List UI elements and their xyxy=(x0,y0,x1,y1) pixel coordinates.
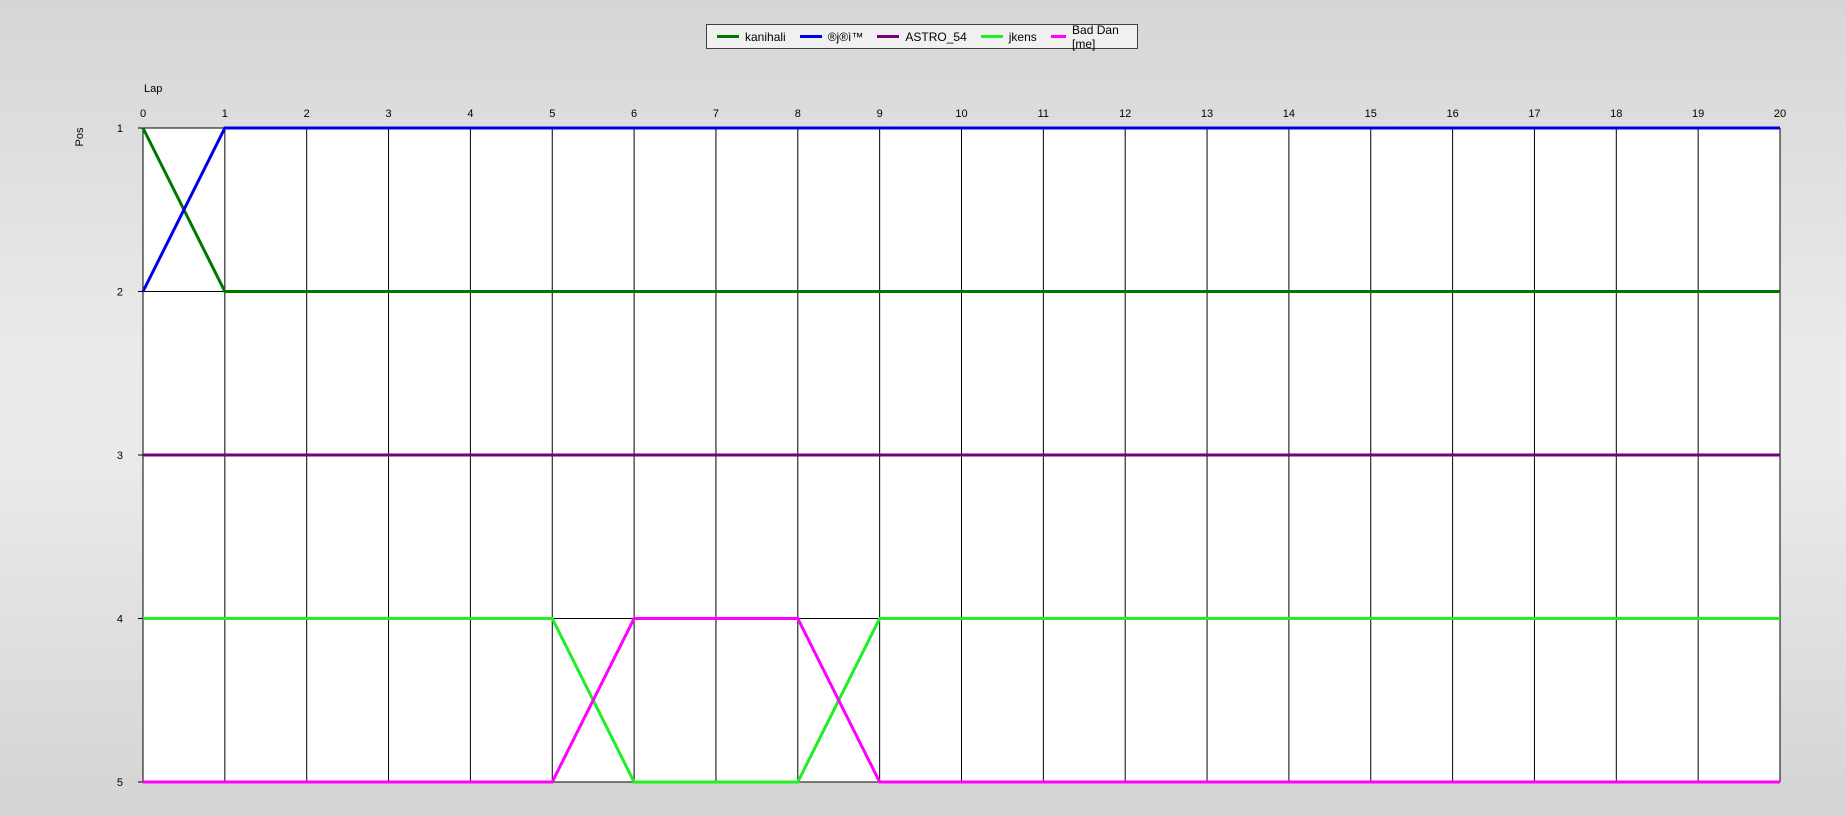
x-tick-label: 7 xyxy=(713,108,719,120)
x-tick-label: 9 xyxy=(877,108,883,120)
x-tick-label: 18 xyxy=(1610,108,1622,120)
x-tick-label: 8 xyxy=(795,108,801,120)
y-tick-label: 3 xyxy=(117,450,123,462)
x-tick-label: 16 xyxy=(1446,108,1458,120)
x-tick-label: 14 xyxy=(1283,108,1295,120)
x-tick-label: 2 xyxy=(304,108,310,120)
position-chart: 0 1 2 3 4 5 6 7 8 9 10 11 12 13 14 15 16 17 18 19 2012345 La… xyxy=(74,83,1786,789)
x-tick-label: 19 xyxy=(1692,108,1704,120)
y-tick-label: 1 xyxy=(117,123,123,135)
x-tick-label: 11 xyxy=(1038,108,1049,120)
x-tick-label: 17 xyxy=(1528,108,1540,120)
x-tick-label: 13 xyxy=(1201,108,1213,120)
x-tick-label: 20 xyxy=(1774,108,1786,120)
y-axis-label: Pos xyxy=(74,127,86,146)
x-tick-label: 5 xyxy=(549,108,555,120)
x-tick-label: 15 xyxy=(1365,108,1377,120)
x-tick-label: 1 xyxy=(222,108,228,120)
y-tick-label: 5 xyxy=(117,777,123,789)
x-tick-label: 6 xyxy=(631,108,637,120)
x-tick-label: 10 xyxy=(955,108,967,120)
x-tick-label: 0 xyxy=(140,108,146,120)
x-tick-label: 3 xyxy=(385,108,391,120)
x-axis-label: Lap xyxy=(144,83,162,95)
x-tick-label: 12 xyxy=(1119,108,1131,120)
x-tick-label: 4 xyxy=(467,108,473,120)
y-tick-label: 2 xyxy=(117,287,123,299)
y-tick-label: 4 xyxy=(117,614,123,626)
